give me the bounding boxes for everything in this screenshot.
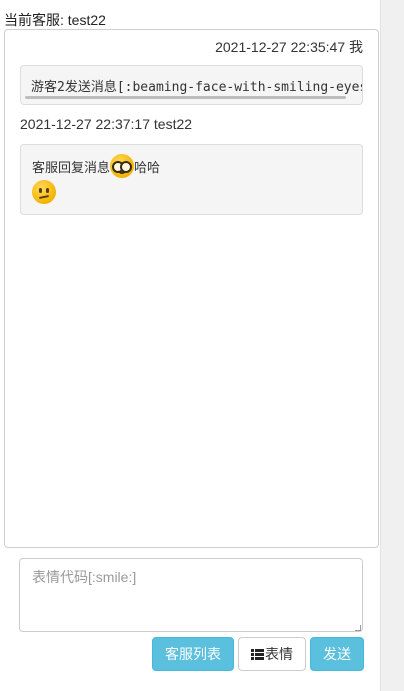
chat-message-panel[interactable]: 2021-12-27 22:35:47 我 游客2发送消息[:beaming-f… bbox=[4, 29, 379, 548]
current-agent-line: 当前客服: test22 bbox=[4, 10, 106, 30]
composer-area: 客服列表 表情 发送 bbox=[4, 549, 379, 675]
received-message-meta: 2021-12-27 22:37:17 test22 bbox=[20, 116, 193, 132]
received-message-text-suffix: 哈哈 bbox=[134, 159, 161, 175]
message-input[interactable] bbox=[19, 558, 363, 632]
current-agent-name: test22 bbox=[67, 12, 106, 28]
sent-message-bubble: 游客2发送消息[:beaming-face-with-smiling-eyes:… bbox=[20, 65, 363, 105]
received-message-text: 客服回复消息 bbox=[32, 159, 111, 175]
page: 当前客服: test22 2021-12-27 22:35:47 我 游客2发送… bbox=[0, 0, 381, 691]
send-button[interactable]: 发送 bbox=[310, 637, 364, 671]
list-icon bbox=[251, 648, 264, 660]
horizontal-scrollbar[interactable] bbox=[25, 96, 346, 99]
send-button-label: 发送 bbox=[323, 646, 351, 662]
emoji-button[interactable]: 表情 bbox=[238, 637, 306, 671]
emoji-button-label: 表情 bbox=[265, 646, 293, 662]
sent-message-meta: 2021-12-27 22:35:47 我 bbox=[215, 39, 363, 55]
confused-face-icon bbox=[32, 180, 56, 204]
received-message-line: 客服回复消息 哈哈 bbox=[32, 154, 160, 178]
agent-list-button[interactable]: 客服列表 bbox=[152, 637, 234, 671]
nerd-face-icon bbox=[110, 154, 135, 178]
resize-handle-icon[interactable] bbox=[355, 625, 361, 631]
received-message-bubble: 客服回复消息 哈哈 bbox=[20, 144, 363, 215]
current-agent-label: 当前客服: bbox=[4, 12, 68, 28]
agent-list-button-label: 客服列表 bbox=[165, 646, 221, 662]
sent-message-text: 游客2发送消息[:beaming-face-with-smiling-eyes:… bbox=[31, 80, 363, 95]
